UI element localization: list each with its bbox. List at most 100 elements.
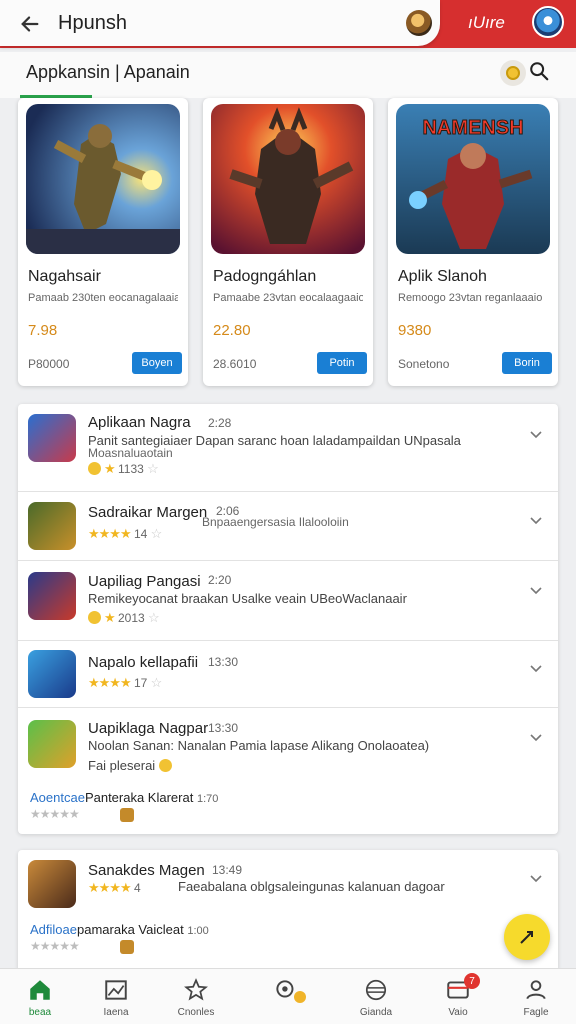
chevron-down-icon[interactable] (528, 870, 544, 886)
list-item-desc: Bnpaaengersasia Ilalooloiin (202, 515, 349, 529)
list-item-title[interactable]: Uapiliag Pangasi (88, 573, 201, 590)
card-subtitle: Pamaabe 23vtan eocalaagaaion (213, 292, 363, 304)
emoji-icon (88, 462, 101, 475)
card-subtitle: Pamaab 230ten eocanagalaaial (28, 292, 178, 304)
chevron-down-icon[interactable] (528, 729, 544, 745)
app-list: Aplikaan Nagra 2:28 Panit santegiaiaer D… (18, 404, 558, 834)
nav-item-search[interactable] (256, 977, 316, 1023)
list-item-desc2: Moasnaluaotain (88, 446, 173, 460)
game-art-3[interactable]: NAMENSH (396, 104, 550, 254)
nav-item-home[interactable]: beaa (10, 977, 70, 1023)
home-icon (30, 980, 50, 1000)
star-icon: ★★★★ (88, 526, 132, 541)
app-icon[interactable] (28, 720, 76, 768)
top-link[interactable]: ıUıre (468, 13, 505, 33)
app-icon[interactable] (28, 860, 76, 908)
card-price: 22.80 (213, 322, 251, 339)
back-button[interactable] (16, 10, 44, 38)
nav-item-images[interactable]: Iaena (86, 977, 146, 1023)
app-icon[interactable] (28, 650, 76, 698)
globe-icon (365, 979, 387, 1001)
divider (18, 640, 558, 641)
card-name: Aplik Slanoh (398, 268, 487, 285)
list-item-rating: ★ 2013 ☆ (88, 610, 160, 626)
list-item-rating: ★★★★ 4 (88, 880, 141, 895)
list-item-title[interactable]: Sanakdes Magen (88, 862, 205, 879)
divider (18, 560, 558, 561)
star-icon (184, 978, 208, 1001)
compose-icon (520, 931, 533, 944)
footer-link[interactable]: AoentcaePanteraka Klarerat 1:70 (30, 790, 218, 805)
bottom-nav: beaa Iaena Cnonles Gianda 7 Vaio Fagle (0, 968, 576, 1024)
game-art-1[interactable] (26, 104, 180, 254)
app-icon[interactable] (28, 414, 76, 462)
list-item-title[interactable]: Napalo kellapafii (88, 654, 198, 671)
app-list-2: Sanakdes Magen 13:49 ★★★★ 4 Faeabalana o… (18, 850, 558, 972)
card-action-button[interactable]: Potin (317, 352, 367, 374)
app-icon[interactable] (28, 572, 76, 620)
badge-icon (120, 808, 134, 822)
game-banner-text: NAMENSH (422, 117, 523, 139)
list-item-time: 13:30 (208, 721, 239, 735)
fab-button[interactable] (504, 914, 550, 960)
card-action-button[interactable]: Boyen (132, 352, 182, 374)
list-item-desc: Remikeyocanat braakan Usalke veain UBeoW… (88, 591, 407, 606)
footer-link[interactable]: Adfiloaepamaraka Vaicleat 1:00 (30, 922, 209, 937)
nav-item-explore[interactable]: Gianda (346, 977, 406, 1023)
card-name: Padogngáhlan (213, 268, 317, 285)
arrow-left-icon (21, 16, 39, 32)
badge-icon (120, 940, 134, 954)
rating-stars: ★★★★★ (30, 939, 80, 953)
star-outline-icon: ☆ (148, 610, 160, 625)
profile-avatar[interactable] (532, 6, 564, 38)
chevron-down-icon[interactable] (528, 582, 544, 598)
featured-card-3[interactable]: NAMENSH Aplik Slanoh Remoogo 23vtan rega… (388, 98, 558, 386)
star-icon: ★★★★ (88, 880, 132, 895)
card-action-button[interactable]: Borin (502, 352, 552, 374)
search-button[interactable] (528, 60, 552, 84)
list-item-time: 2:20 (208, 573, 232, 587)
app-title: Hpunsh (58, 12, 127, 34)
list-item-time: 13:30 (208, 655, 239, 669)
emoji-icon (158, 759, 172, 772)
star-outline-icon: ☆ (150, 675, 163, 690)
card-count: P80000 (28, 357, 70, 371)
list-item-title[interactable]: Sadraikar Margen (88, 504, 207, 521)
list-item-rating: ★ 1133 ☆ (88, 461, 159, 477)
star-icon: ★ (104, 461, 116, 476)
top-bar: Hpunsh ıUıre (0, 0, 576, 48)
star-outline-icon: ☆ (147, 461, 159, 476)
card-count: 28.6010 (213, 357, 257, 371)
chevron-down-icon[interactable] (528, 660, 544, 676)
list-item-title[interactable]: Uapiklaga Nagpar (88, 720, 208, 737)
nav-item-inbox[interactable]: 7 Vaio (428, 973, 488, 1023)
star-outline-icon: ☆ (150, 526, 163, 541)
notification-badge: 7 (464, 973, 480, 989)
divider (18, 491, 558, 492)
card-price: 7.98 (28, 322, 58, 339)
coin-button[interactable] (500, 60, 526, 86)
coin-avatar[interactable] (406, 10, 432, 36)
featured-card-1[interactable]: Nagahsair Pamaab 230ten eocanagalaaial 7… (18, 98, 188, 386)
list-item-desc: Faeabalana oblgsaleingunas kalanuan dago… (178, 879, 445, 894)
card-name: Nagahsair (28, 268, 101, 285)
search-icon (530, 62, 549, 81)
top-bar-pill: Hpunsh (0, 0, 440, 46)
list-item-time: 13:49 (212, 863, 243, 877)
featured-card-2[interactable]: Padogngáhlan Pamaabe 23vtan eocalaagaaio… (203, 98, 373, 386)
list-item-desc: Noolan Sanan: Nanalan Pamia lapase Alika… (88, 738, 430, 753)
list-item-time: 2:28 (208, 416, 232, 430)
app-icon[interactable] (28, 502, 76, 550)
chevron-down-icon[interactable] (528, 426, 544, 442)
rating-stars: ★★★★★ (30, 807, 80, 821)
star-icon: ★ (104, 610, 116, 625)
list-item-rating: ★★★★ 14 ☆ (88, 526, 163, 541)
nav-item-favorites[interactable]: Cnonles (166, 977, 226, 1023)
list-item-desc2: Fai pleserai (88, 758, 175, 773)
list-item-title[interactable]: Aplikaan Nagra (88, 414, 191, 431)
nav-item-profile[interactable]: Fagle (506, 977, 566, 1023)
game-art-2[interactable] (211, 104, 365, 254)
chevron-down-icon[interactable] (528, 512, 544, 528)
divider (18, 707, 558, 708)
profile-icon (526, 980, 546, 1000)
